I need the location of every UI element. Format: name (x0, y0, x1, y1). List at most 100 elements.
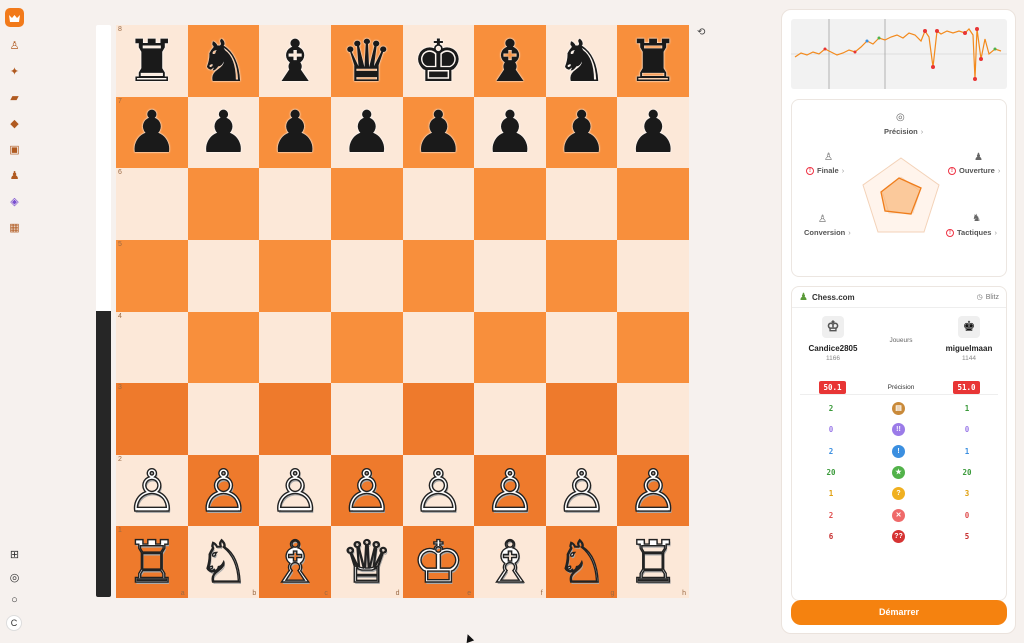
square-c6[interactable] (259, 168, 331, 240)
classification-row[interactable]: 2 ▤ 1 (792, 402, 1008, 416)
square-h4[interactable] (617, 311, 689, 384)
square-e8[interactable]: ♚ (402, 25, 475, 97)
square-d6[interactable] (330, 168, 403, 240)
square-f2[interactable]: ♙ (474, 454, 546, 527)
classification-row[interactable]: 2 ✕ 0 (792, 508, 1008, 523)
square-h7[interactable]: ♟ (617, 96, 689, 169)
white-piece[interactable]: ♘ (555, 532, 608, 591)
square-d4[interactable] (330, 311, 403, 384)
square-h6[interactable] (617, 168, 689, 240)
square-h8[interactable]: ♜ (617, 25, 689, 97)
black-piece[interactable]: ♟ (341, 103, 393, 161)
square-b7[interactable]: ♟ (187, 96, 260, 169)
black-piece[interactable]: ♟ (269, 103, 321, 161)
black-piece[interactable]: ♛ (341, 32, 393, 90)
square-g4[interactable] (545, 311, 618, 384)
white-piece[interactable]: ♙ (412, 461, 465, 520)
analysis-icon[interactable]: ♟ (8, 170, 21, 183)
black-piece[interactable]: ♝ (484, 32, 536, 90)
square-c8[interactable]: ♝ (259, 25, 331, 97)
puzzle-icon[interactable]: ✦ (8, 66, 21, 79)
white-piece[interactable]: ♕ (340, 532, 393, 591)
white-piece[interactable]: ♙ (197, 461, 250, 520)
black-piece[interactable]: ♞ (197, 32, 249, 90)
evaluation-graph[interactable] (791, 19, 1007, 89)
chest-icon[interactable]: ▦ (8, 222, 21, 235)
white-player[interactable]: ♔ Candice2805 1166 (806, 316, 860, 362)
square-a8[interactable]: 8 ♜ (116, 25, 188, 97)
square-a1[interactable]: 1 a ♖ (116, 526, 188, 598)
black-piece[interactable]: ♜ (627, 32, 679, 90)
square-h5[interactable] (617, 239, 689, 312)
white-piece[interactable]: ♙ (483, 461, 536, 520)
white-piece[interactable]: ♙ (125, 461, 178, 520)
square-g3[interactable] (545, 383, 618, 455)
square-a7[interactable]: 7 ♟ (116, 96, 188, 169)
black-piece[interactable]: ♟ (197, 103, 249, 161)
classification-row[interactable]: 0!! 0 (792, 423, 1008, 437)
black-piece[interactable]: ♞ (556, 32, 608, 90)
square-d7[interactable]: ♟ (330, 96, 403, 169)
classification-row[interactable]: 1? 3 (792, 487, 1008, 501)
square-d1[interactable]: d ♕ (330, 526, 403, 598)
square-a2[interactable]: 2 ♙ (116, 454, 188, 527)
black-piece[interactable]: ♜ (126, 32, 178, 90)
lesson-icon[interactable]: ◆ (8, 118, 21, 131)
square-b8[interactable]: ♞ (187, 25, 260, 97)
square-d5[interactable] (330, 239, 403, 312)
white-piece[interactable]: ♙ (555, 461, 608, 520)
square-b6[interactable] (187, 168, 260, 240)
square-c7[interactable]: ♟ (259, 96, 331, 169)
square-a4[interactable]: 4 (116, 311, 188, 384)
white-piece[interactable]: ♖ (125, 532, 178, 591)
chess-board[interactable]: 8 ♜ ♞ ♝ ♛ ♚ ♝ ♞ ♜ 7 ♟ ♟ ♟ ♟ ♟ ♟ ♟ ♟ 6 5 4 3 2 ♙ ♙ ♙ ♙ ♙ ♙ ♙ ♙ 1 a ♖ b ♘ c ♗ d ♕… (116, 25, 689, 598)
square-e4[interactable] (402, 311, 475, 384)
square-h1[interactable]: h ♖ (617, 526, 689, 598)
square-d3[interactable] (330, 383, 403, 455)
square-d8[interactable]: ♛ (330, 25, 403, 97)
black-piece[interactable]: ♟ (627, 103, 679, 161)
discord-icon[interactable]: ◎ (8, 572, 21, 585)
white-piece[interactable]: ♗ (268, 532, 321, 591)
square-g7[interactable]: ♟ (545, 96, 618, 169)
start-button[interactable]: Démarrer (791, 600, 1007, 625)
square-f4[interactable] (474, 311, 546, 384)
gem-icon[interactable]: ◈ (8, 196, 21, 209)
square-f8[interactable]: ♝ (474, 25, 546, 97)
square-b1[interactable]: b ♘ (187, 526, 260, 598)
chat-icon[interactable]: ○ (8, 594, 21, 607)
black-piece[interactable]: ♝ (269, 32, 321, 90)
black-piece[interactable]: ♟ (484, 103, 536, 161)
square-e3[interactable] (402, 383, 475, 455)
white-piece[interactable]: ♗ (483, 532, 536, 591)
review-icon[interactable]: ▣ (8, 144, 21, 157)
square-a5[interactable]: 5 (116, 239, 188, 312)
square-f7[interactable]: ♟ (474, 96, 546, 169)
black-piece[interactable]: ♟ (126, 103, 178, 161)
skill-precision[interactable]: Précision › (884, 127, 923, 136)
square-a3[interactable]: 3 (116, 383, 188, 455)
square-g6[interactable] (545, 168, 618, 240)
square-c3[interactable] (259, 383, 331, 455)
black-piece[interactable]: ♟ (556, 103, 608, 161)
skill-finale[interactable]: ! Finale › (806, 166, 844, 175)
square-d2[interactable]: ♙ (330, 454, 403, 527)
square-f6[interactable] (474, 168, 546, 240)
square-g8[interactable]: ♞ (545, 25, 618, 97)
app-logo[interactable] (5, 8, 24, 27)
white-piece[interactable]: ♖ (626, 532, 679, 591)
black-piece[interactable]: ♟ (412, 103, 464, 161)
flip-board-icon[interactable]: ⟲ (697, 27, 709, 39)
square-e2[interactable]: ♙ (402, 454, 475, 527)
white-piece[interactable]: ♔ (412, 532, 465, 591)
square-f5[interactable] (474, 239, 546, 312)
skill-ouverture[interactable]: ! Ouverture › (948, 166, 1000, 175)
square-a6[interactable]: 6 (116, 168, 188, 240)
skill-conversion[interactable]: Conversion › (804, 228, 851, 237)
classification-row[interactable]: 6?? 5 (792, 529, 1008, 544)
square-f3[interactable] (474, 383, 546, 455)
square-e5[interactable] (402, 239, 475, 312)
black-player[interactable]: ♚ miguelmaan 1144 (942, 316, 996, 362)
home-icon[interactable]: ♙ (8, 40, 21, 53)
square-b4[interactable] (187, 311, 260, 384)
